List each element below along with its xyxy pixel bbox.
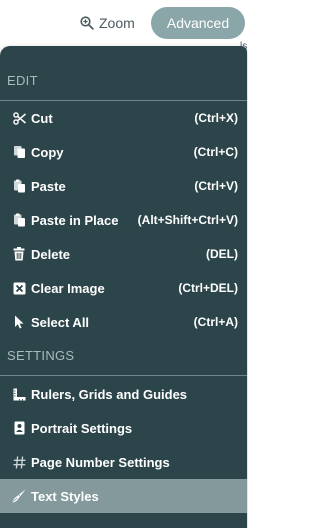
zoom-icon [80,16,94,30]
settings-divider [0,375,247,376]
menu-item-label: Text Styles [31,488,99,504]
trash-icon [12,247,26,261]
menu-item-delete[interactable]: Delete (DEL) [0,237,247,271]
menu-item-select-all[interactable]: Select All (Ctrl+A) [0,305,247,339]
menu-item-label: Paste in Place [31,212,119,228]
menu-item-label: Rulers, Grids and Guides [31,386,188,402]
paste-in-place-icon [12,213,26,227]
menu-item-label: Select All [31,314,90,330]
shortcut-text: (Ctrl+DEL) [178,281,238,295]
shortcut-text: (Ctrl+V) [194,179,238,193]
ruler-icon [12,387,26,401]
menu-item-label: Portrait Settings [31,420,133,436]
menu-item-label: Copy [31,144,64,160]
menu-item-portrait-settings[interactable]: Portrait Settings [0,411,247,445]
cursor-icon [12,315,26,329]
paste-icon [12,179,26,193]
settings-section-header: SETTINGS [7,348,75,363]
menu-item-page-number-settings[interactable]: Page Number Settings [0,445,247,479]
shortcut-text: (Ctrl+X) [194,111,238,125]
zoom-button[interactable]: Zoom [80,10,135,36]
menu-item-label: Delete [31,246,71,262]
shortcut-text: (DEL) [206,247,238,261]
page: Zoom Advanced ls EDIT Cut (Ctrl+X) [0,0,248,528]
menu-item-rulers-grids-guides[interactable]: Rulers, Grids and Guides [0,377,247,411]
scissors-icon [12,111,26,125]
zoom-label: Zoom [99,15,135,31]
menu-item-label: Cut [31,110,53,126]
advanced-button[interactable]: Advanced [151,7,245,39]
shortcut-text: (Ctrl+C) [193,145,238,159]
hash-icon [12,455,26,469]
menu-item-paste[interactable]: Paste (Ctrl+V) [0,169,247,203]
menu-item-label: Clear Image [31,280,105,296]
menu-item-label: Page Number Settings [31,454,170,470]
advanced-dropdown-menu: EDIT Cut (Ctrl+X) Copy (Ctrl+C) Paste (C… [0,46,247,528]
menu-item-clear-image[interactable]: Clear Image (Ctrl+DEL) [0,271,247,305]
menu-item-cut[interactable]: Cut (Ctrl+X) [0,101,247,135]
shortcut-text: (Alt+Shift+Ctrl+V) [137,213,238,227]
menu-item-paste-in-place[interactable]: Paste in Place (Alt+Shift+Ctrl+V) [0,203,247,237]
shortcut-text: (Ctrl+A) [193,315,238,329]
clear-image-icon [12,281,26,295]
edit-section-header: EDIT [7,73,38,88]
menu-item-copy[interactable]: Copy (Ctrl+C) [0,135,247,169]
menu-item-label: Paste [31,178,66,194]
menu-item-text-styles[interactable]: Text Styles [0,479,247,513]
copy-icon [12,145,26,159]
portrait-icon [12,421,26,435]
text-styles-icon [12,489,26,503]
